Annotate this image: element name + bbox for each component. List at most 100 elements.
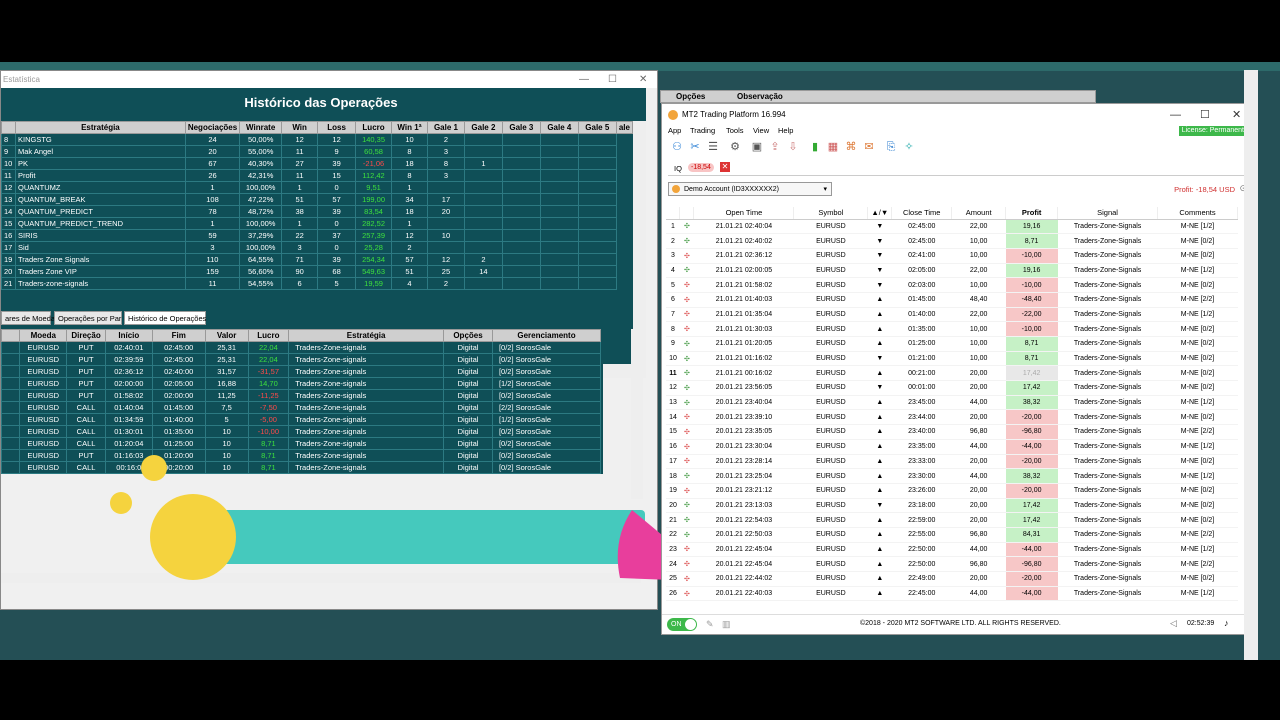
operation-row[interactable]: EURUSD PUT 02:00:00 02:05:00 16,88 14,70 Trade… bbox=[0, 377, 602, 390]
menu-app[interactable]: App bbox=[668, 126, 681, 135]
refresh-icon[interactable]: ✧ bbox=[902, 140, 916, 154]
tab-pairs[interactable]: ares de Moeda bbox=[1, 311, 55, 325]
col-header[interactable]: Win bbox=[281, 121, 319, 134]
col-header[interactable]: Loss bbox=[317, 121, 357, 134]
close-icon[interactable]: ✕ bbox=[1232, 104, 1241, 126]
upload-icon[interactable]: ⇪ bbox=[768, 140, 782, 154]
table-row[interactable]: 12 QUANTUMZ 1 100,00% 1 0 9,51 1 bbox=[1, 181, 633, 194]
table-row[interactable]: 14 QUANTUM_PREDICT 78 48,72% 38 39 83,54 18 20 bbox=[1, 205, 633, 218]
trade-row[interactable]: 23 ✣ 20.01.21 22:45:04 EURUSD ▲ 22:50:00 44,00… bbox=[666, 542, 1238, 558]
col-open-time[interactable]: Open Time bbox=[693, 207, 795, 220]
col-header[interactable]: Fim bbox=[151, 329, 206, 342]
trade-row[interactable]: 17 ✣ 20.01.21 23:28:14 EURUSD ▲ 23:33:00 20,00… bbox=[666, 454, 1238, 470]
col-header[interactable]: Início bbox=[104, 329, 153, 342]
trade-row[interactable]: 24 ✣ 20.01.21 22:45:04 EURUSD ▲ 22:50:00 96,80… bbox=[666, 556, 1238, 572]
col-header[interactable]: Estratégia bbox=[14, 121, 186, 134]
col-header[interactable]: Lucro bbox=[355, 121, 393, 134]
col-header[interactable]: Direção bbox=[66, 329, 106, 342]
operation-row[interactable]: EURUSD PUT 01:58:02 02:00:00 11,25 -11,25 Trad… bbox=[0, 389, 602, 402]
vertical-scrollbar[interactable] bbox=[633, 121, 646, 364]
trade-row[interactable]: 1 ✣ 21.01.21 02:40:04 EURUSD ▼ 02:45:00 22,00 1… bbox=[666, 219, 1238, 235]
trade-row[interactable]: 5 ✣ 21.01.21 01:58:02 EURUSD ▼ 02:03:00 10,00-… bbox=[666, 277, 1238, 293]
minimize-icon[interactable]: — bbox=[1170, 104, 1181, 126]
trade-row[interactable]: 6 ✣ 21.01.21 01:40:03 EURUSD ▲ 01:45:00 48,40-… bbox=[666, 292, 1238, 308]
col-header[interactable]: Gale 4 bbox=[539, 121, 579, 134]
account-select[interactable]: Demo Account (ID3XXXXXX2) ▾ bbox=[668, 182, 832, 196]
col-header[interactable]: Win 1ª bbox=[391, 121, 428, 134]
col-header[interactable]: Gerenciamento bbox=[491, 329, 602, 342]
trade-row[interactable]: 18 ✣ 20.01.21 23:25:04 EURUSD ▲ 23:30:00 44,00… bbox=[666, 468, 1238, 484]
table-row[interactable]: 13 QUANTUM_BREAK 108 47,22% 51 57 199,00 34 17 bbox=[1, 193, 633, 206]
col-direction[interactable]: ▲/▼ bbox=[867, 207, 893, 220]
sound-icon[interactable]: ◁ bbox=[1170, 618, 1177, 629]
col-amount[interactable]: Amount bbox=[951, 207, 1007, 220]
operation-row[interactable]: EURUSD CALL 01:34:59 01:40:00 5 -5,00 Traders-… bbox=[0, 413, 602, 426]
menu-tools[interactable]: Tools bbox=[726, 126, 744, 135]
operation-row[interactable]: EURUSD PUT 01:16:03 01:20:00 10 8,71 Traders-Z… bbox=[0, 449, 602, 462]
table-row[interactable]: 11 Profit 26 42,31% 11 15 112,42 8 3 bbox=[1, 169, 633, 182]
trade-row[interactable]: 4 ✣ 21.01.21 02:00:05 EURUSD ▼ 02:05:00 22,00 1… bbox=[666, 263, 1238, 279]
maximize-icon[interactable]: ☐ bbox=[608, 71, 617, 88]
trade-row[interactable]: 25 ✣ 20.01.21 22:44:02 EURUSD ▲ 22:49:00 20,00… bbox=[666, 571, 1238, 587]
table-row[interactable]: 8 KINGSTG 24 50,00% 12 12 140,35 10 2 bbox=[1, 133, 633, 146]
operation-row[interactable]: EURUSD PUT 02:36:12 02:40:00 31,57 -31,57 Trad… bbox=[0, 365, 602, 378]
menu-view[interactable]: View bbox=[753, 126, 769, 135]
col-signal[interactable]: Signal bbox=[1057, 207, 1159, 220]
trade-row[interactable]: 13 ✣ 20.01.21 23:40:04 EURUSD ▲ 23:45:00 44,00… bbox=[666, 395, 1238, 411]
col-header[interactable]: Gale 2 bbox=[463, 121, 503, 134]
trade-row[interactable]: 12 ✣ 20.01.21 23:56:05 EURUSD ▼ 00:01:00 20,00… bbox=[666, 380, 1238, 396]
operation-row[interactable]: EURUSD CALL 01:20:04 01:25:00 10 8,71 Traders-… bbox=[0, 437, 602, 450]
col-close-time[interactable]: Close Time bbox=[891, 207, 953, 220]
download-icon[interactable]: ⇩ bbox=[786, 140, 800, 154]
table-row[interactable]: 17 Sid 3 100,00% 3 0 25,28 2 bbox=[1, 241, 633, 254]
minimize-icon[interactable]: — bbox=[579, 71, 589, 88]
trade-row[interactable]: 15 ✣ 20.01.21 23:35:05 EURUSD ▲ 23:40:00 96,80… bbox=[666, 424, 1238, 440]
col-header[interactable]: Negociações bbox=[184, 121, 241, 134]
trade-row[interactable]: 19 ✣ 20.01.21 23:21:12 EURUSD ▲ 23:26:00 20,00… bbox=[666, 483, 1238, 499]
operation-row[interactable]: EURUSD CALL 00:16:0 00:20:00 10 8,71 Traders-Z… bbox=[0, 461, 602, 474]
save-icon[interactable]: ▣ bbox=[750, 140, 764, 154]
operation-row[interactable]: EURUSD CALL 01:40:04 01:45:00 7,5 -7,50 Trader… bbox=[0, 401, 602, 414]
maximize-icon[interactable]: ☐ bbox=[1200, 104, 1210, 126]
autotrade-toggle[interactable]: ON bbox=[667, 618, 697, 631]
ops-scrollbar[interactable] bbox=[631, 329, 643, 499]
filter-icon[interactable]: ⌘ bbox=[844, 140, 858, 154]
col-header[interactable]: Winrate bbox=[239, 121, 283, 134]
list-icon[interactable]: ☰ bbox=[706, 140, 720, 154]
table-row[interactable]: 10 PK 67 40,30% 27 39 -21,06 18 8 1 bbox=[1, 157, 633, 170]
operation-row[interactable]: EURUSD PUT 02:39:59 02:45:00 25,31 22,04 Trade… bbox=[0, 353, 602, 366]
trade-row[interactable]: 3 ✣ 21.01.21 02:36:12 EURUSD ▼ 02:41:00 10,00-… bbox=[666, 248, 1238, 264]
col-header[interactable]: Estratégia bbox=[288, 329, 445, 342]
trade-row[interactable]: 26 ✣ 20.01.21 22:40:03 EURUSD ▲ 22:45:00 44,00… bbox=[666, 586, 1238, 602]
trade-row[interactable]: 14 ✣ 20.01.21 23:39:10 EURUSD ▲ 23:44:00 20,00… bbox=[666, 409, 1238, 426]
trade-row[interactable]: 10 ✣ 21.01.21 01:16:02 EURUSD ▼ 01:21:00 10,00… bbox=[666, 351, 1238, 367]
export-icon[interactable]: ✉ bbox=[862, 140, 876, 154]
table-row[interactable]: 19 Traders Zone Signals 110 64,55% 71 39 254,3… bbox=[1, 253, 633, 266]
col-header[interactable]: Valor bbox=[204, 329, 249, 342]
trade-row[interactable]: 21 ✣ 20.01.21 22:54:03 EURUSD ▲ 22:59:00 20,00… bbox=[666, 512, 1238, 528]
col-symbol[interactable]: Symbol bbox=[793, 207, 869, 220]
table-row[interactable]: 21 Traders-zone-signals 11 54,55% 6 5 19,59 4 2 bbox=[1, 277, 633, 290]
user-icon[interactable]: ⚇ bbox=[670, 140, 684, 154]
trade-row[interactable]: 20 ✣ 20.01.21 23:13:03 EURUSD ▼ 23:18:00 20,00… bbox=[666, 498, 1238, 514]
bell-icon[interactable]: ♪ bbox=[1224, 618, 1229, 628]
pin-icon[interactable]: ✎ bbox=[706, 619, 714, 630]
trade-row[interactable]: 11 ✣ 21.01.21 00:16:02 EURUSD ▲ 00:21:00 20,00… bbox=[666, 365, 1238, 382]
menu-help[interactable]: Help bbox=[778, 126, 793, 135]
trade-row[interactable]: 7 ✣ 21.01.21 01:35:04 EURUSD ▲ 01:40:00 22,00-… bbox=[666, 307, 1238, 323]
menu-trading[interactable]: Trading bbox=[690, 126, 715, 135]
trade-row[interactable]: 16 ✣ 20.01.21 23:30:04 EURUSD ▲ 23:35:00 44,00… bbox=[666, 439, 1238, 455]
tab-operations-by-pair[interactable]: Operações por Par bbox=[54, 311, 122, 325]
col-header[interactable]: Moeda bbox=[19, 329, 68, 342]
trade-row[interactable]: 2 ✣ 21.01.21 02:40:02 EURUSD ▼ 02:45:00 10,00 8… bbox=[666, 233, 1238, 249]
tools-icon[interactable]: ✂ bbox=[688, 140, 702, 154]
col-header[interactable]: Gale 3 bbox=[501, 121, 541, 134]
col-header[interactable]: ale bbox=[615, 121, 634, 134]
col-comments[interactable]: Comments bbox=[1157, 207, 1238, 220]
col-header[interactable]: Gale 5 bbox=[577, 121, 617, 134]
col-header[interactable]: Gale 1 bbox=[426, 121, 465, 134]
close-tab-icon[interactable]: ✕ bbox=[720, 162, 730, 172]
copy-icon[interactable]: ⎘ bbox=[884, 140, 898, 154]
table-row[interactable]: 9 Mak Angel 20 55,00% 11 9 60,58 8 3 bbox=[1, 145, 633, 158]
close-icon[interactable]: ✕ bbox=[639, 71, 647, 88]
